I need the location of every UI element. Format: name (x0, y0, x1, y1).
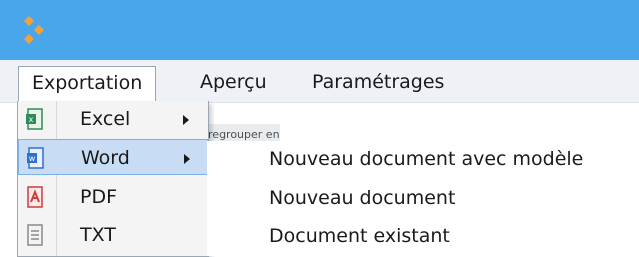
menu-apercu[interactable]: Aperçu (190, 66, 277, 98)
word-icon: w (27, 147, 44, 169)
pdf-icon (27, 186, 43, 208)
menu-parametrages[interactable]: Paramétrages (302, 66, 454, 98)
submenu-arrow-icon (184, 154, 190, 164)
title-bar (0, 0, 639, 60)
menu-item-excel[interactable]: x Excel (18, 101, 208, 137)
menu-item-pdf[interactable]: PDF (18, 179, 208, 215)
submenu-item-new-from-template[interactable]: Nouveau document avec modèle (269, 141, 583, 177)
menu-item-label: TXT (80, 224, 116, 246)
menu-exportation[interactable]: Exportation (18, 66, 157, 104)
svg-text:w: w (29, 154, 36, 163)
menu-item-label: PDF (80, 186, 118, 208)
svg-text:x: x (29, 115, 34, 124)
excel-icon: x (26, 108, 43, 130)
word-submenu: Nouveau document avec modèle Nouveau doc… (207, 141, 639, 256)
menu-bar: Exportation Aperçu Paramétrages (0, 60, 639, 104)
menu-item-word[interactable]: w Word (18, 139, 208, 175)
submenu-arrow-icon (183, 115, 189, 125)
submenu-item-existing-document[interactable]: Document existant (269, 218, 450, 254)
app-logo-icon (24, 16, 44, 44)
menu-item-txt[interactable]: TXT (18, 217, 208, 253)
exportation-dropdown: x Excel w Word PDF TXT (17, 101, 209, 257)
menu-item-label: Word (81, 147, 130, 169)
submenu-item-new-document[interactable]: Nouveau document (269, 180, 455, 216)
txt-icon (27, 224, 43, 246)
menu-item-label: Excel (80, 108, 131, 130)
